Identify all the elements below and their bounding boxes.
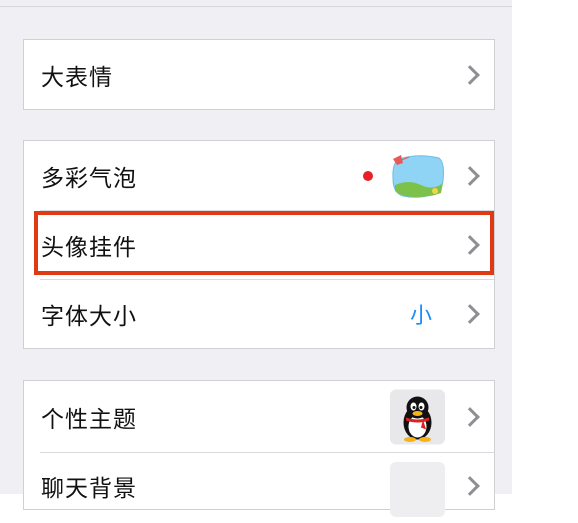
blank-thumbnail	[390, 462, 445, 517]
row-big-sticker-label: 大表情	[41, 64, 113, 91]
bubble-icon	[392, 154, 444, 198]
settings-group-3: 个性主题 聊天背景	[23, 380, 495, 517]
chevron-right-icon	[460, 303, 480, 324]
font-size-value: 小	[409, 303, 432, 329]
chevron-right-icon	[460, 165, 480, 186]
settings-group-1: 大表情	[23, 39, 495, 110]
row-chat-background-label: 聊天背景	[41, 476, 137, 502]
penguin-icon	[390, 389, 445, 444]
row-personal-theme-label: 个性主题	[41, 406, 137, 433]
row-colorful-bubble-label: 多彩气泡	[41, 165, 137, 192]
row-font-size[interactable]: 字体大小 小	[24, 279, 494, 348]
highlight-box	[34, 211, 494, 275]
top-divider	[0, 6, 512, 7]
row-personal-theme[interactable]: 个性主题	[24, 381, 494, 452]
row-chat-background[interactable]: 聊天背景	[24, 452, 494, 523]
settings-screen: 大表情 多彩气泡 头像挂件 字体大小 小 个性主题 聊天背景	[0, 0, 512, 517]
chevron-right-icon	[460, 406, 480, 427]
row-colorful-bubble[interactable]: 多彩气泡	[24, 141, 494, 210]
chevron-right-icon	[460, 476, 480, 496]
red-dot-badge	[363, 170, 373, 181]
chevron-right-icon	[460, 64, 480, 85]
row-big-sticker[interactable]: 大表情	[24, 40, 494, 109]
row-font-size-label: 字体大小	[41, 303, 137, 330]
